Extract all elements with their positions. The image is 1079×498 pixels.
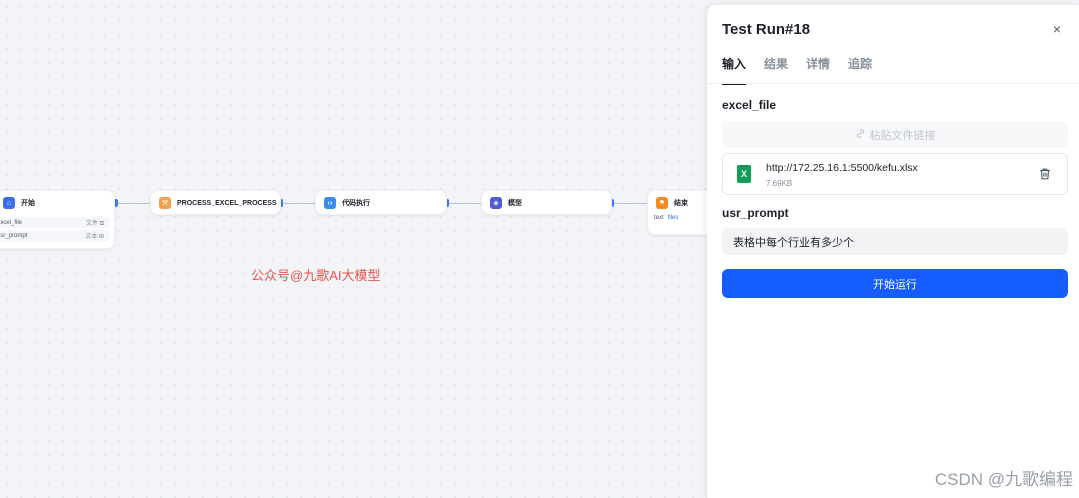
home-icon: ⌂ bbox=[3, 197, 15, 209]
node-end[interactable]: ⚑ 结束 text files bbox=[647, 190, 707, 235]
node-variable: usr_prompt 文本 ⊞ bbox=[0, 230, 110, 241]
test-run-panel: Test Run#18 × 输入 结果 详情 追踪 excel_file 粘贴文… bbox=[707, 5, 1079, 498]
node-process-excel[interactable]: ⚒ PROCESS_EXCEL_PROCESS bbox=[150, 190, 281, 215]
excel-file-icon: X bbox=[737, 165, 751, 183]
start-run-button[interactable]: 开始运行 bbox=[722, 269, 1068, 298]
node-title: PROCESS_EXCEL_PROCESS bbox=[177, 199, 277, 207]
node-title: 代码执行 bbox=[342, 200, 370, 207]
file-url: http://172.25.16.1:5500/kefu.xlsx bbox=[766, 162, 918, 174]
usr-prompt-input[interactable] bbox=[722, 228, 1068, 255]
cube-icon: ◈ bbox=[490, 197, 502, 209]
node-model[interactable]: ◈ 模型 bbox=[481, 190, 612, 215]
edge-process-code bbox=[281, 203, 315, 204]
tab-trace[interactable]: 追踪 bbox=[848, 55, 872, 85]
node-code[interactable]: ‹› 代码执行 bbox=[315, 190, 447, 215]
close-icon[interactable]: × bbox=[1050, 22, 1064, 36]
uploaded-file-card: X http://172.25.16.1:5500/kefu.xlsx 7.69… bbox=[722, 153, 1068, 195]
workflow-canvas[interactable]: ⌂ 开始 excel_file 文件 ⧉ usr_prompt 文本 ⊞ ⚒ P… bbox=[0, 0, 707, 498]
code-icon: ‹› bbox=[324, 197, 336, 209]
field-label-usr-prompt: usr_prompt bbox=[722, 206, 789, 220]
csdn-watermark: CSDN @九歌编程 bbox=[934, 470, 1073, 489]
edge-start-process bbox=[116, 203, 150, 204]
paste-placeholder: 粘贴文件链接 bbox=[869, 129, 936, 142]
watermark-text: 公众号@九歌AI大模型 bbox=[251, 268, 381, 283]
edge-model-end bbox=[612, 203, 647, 204]
panel-tabs: 输入 结果 详情 追踪 bbox=[722, 55, 890, 85]
tab-detail[interactable]: 详情 bbox=[806, 55, 830, 85]
divider bbox=[707, 83, 1079, 84]
node-output: text files bbox=[654, 215, 679, 221]
node-start[interactable]: ⌂ 开始 excel_file 文件 ⧉ usr_prompt 文本 ⊞ bbox=[0, 190, 115, 249]
flag-icon: ⚑ bbox=[656, 197, 668, 209]
file-size: 7.69KB bbox=[766, 179, 793, 188]
node-title: 模型 bbox=[508, 200, 522, 207]
paste-link-input[interactable]: 粘贴文件链接 bbox=[722, 121, 1068, 148]
tool-icon: ⚒ bbox=[159, 197, 171, 209]
tab-result[interactable]: 结果 bbox=[764, 55, 788, 85]
node-title: 开始 bbox=[21, 200, 35, 207]
tab-input[interactable]: 输入 bbox=[722, 55, 747, 85]
node-title: 结束 bbox=[674, 200, 688, 207]
link-icon bbox=[855, 128, 866, 142]
trash-icon[interactable] bbox=[1038, 167, 1052, 181]
panel-title: Test Run#18 bbox=[722, 21, 811, 38]
edge-code-model bbox=[447, 203, 481, 204]
node-variable: excel_file 文件 ⧉ bbox=[0, 217, 110, 228]
field-label-excel-file: excel_file bbox=[722, 98, 777, 112]
